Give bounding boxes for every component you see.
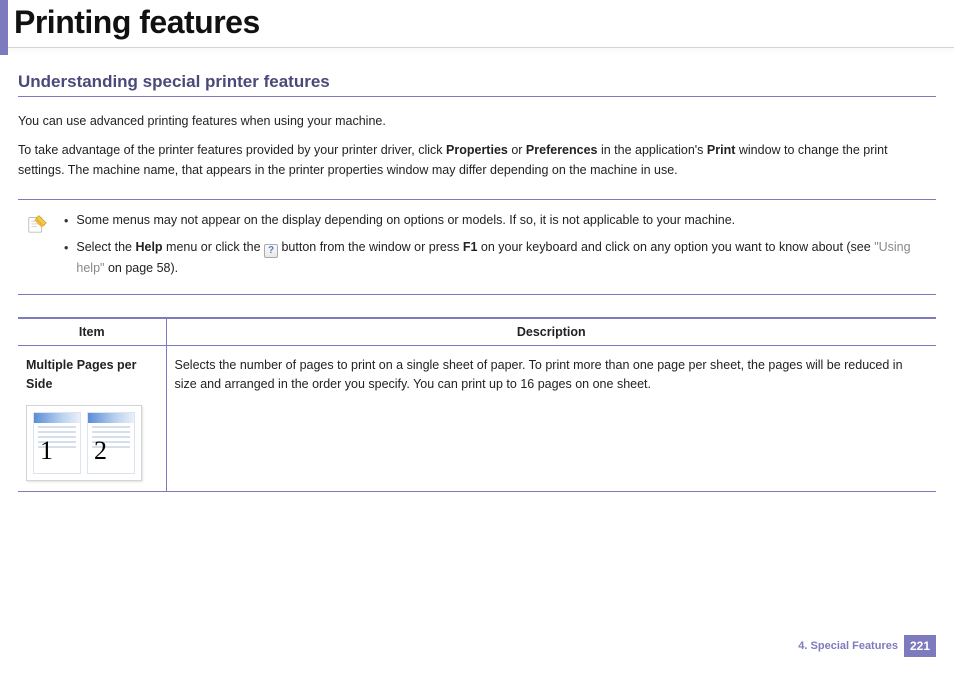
note-item-1: • Some menus may not appear on the displ… (64, 210, 928, 231)
table-row: Multiple Pages per Side 1 2 (18, 345, 936, 491)
features-table: Item Description Multiple Pages per Side… (18, 317, 936, 492)
bold-print: Print (707, 143, 735, 157)
text: or (508, 143, 526, 157)
bullet-icon: • (64, 237, 68, 278)
col-header-description: Description (166, 318, 936, 346)
text: in the application's (598, 143, 707, 157)
text: To take advantage of the printer feature… (18, 143, 446, 157)
multiple-pages-thumbnail: 1 2 (26, 405, 142, 481)
note-item-2: • Select the Help menu or click the ? bu… (64, 237, 928, 278)
text: on your keyboard and click on any option… (477, 240, 874, 254)
help-question-icon: ? (264, 244, 278, 258)
mini-page-2: 2 (87, 412, 135, 474)
text: Select the (76, 240, 135, 254)
bullet-icon: • (64, 210, 68, 231)
section-rule (18, 96, 936, 97)
bold-properties: Properties (446, 143, 508, 157)
item-label: Multiple Pages per Side (26, 356, 158, 395)
mini-page-1: 1 (33, 412, 81, 474)
text: menu or click the (163, 240, 264, 254)
thumb-number-2: 2 (94, 431, 107, 471)
intro-paragraph-1: You can use advanced printing features w… (18, 111, 936, 132)
accent-bar (0, 0, 8, 55)
item-description: Selects the number of pages to print on … (166, 345, 936, 491)
note-text: Some menus may not appear on the display… (76, 210, 928, 231)
page-title: Printing features (0, 0, 954, 47)
text: button from the window or press (278, 240, 463, 254)
text: on page 58). (104, 261, 178, 275)
note-text: Select the Help menu or click the ? butt… (76, 237, 928, 278)
bold-help: Help (135, 240, 162, 254)
thumb-number-1: 1 (40, 431, 53, 471)
page-footer: 4. Special Features 221 (798, 635, 936, 657)
note-box: • Some menus may not appear on the displ… (18, 199, 936, 295)
footer-chapter: 4. Special Features (798, 640, 898, 652)
col-header-item: Item (18, 318, 166, 346)
intro-paragraph-2: To take advantage of the printer feature… (18, 140, 936, 181)
section-heading: Understanding special printer features (18, 72, 936, 92)
footer-page-number: 221 (904, 635, 936, 657)
title-underline (0, 47, 954, 48)
bold-f1: F1 (463, 240, 478, 254)
bold-preferences: Preferences (526, 143, 598, 157)
note-pencil-icon (26, 212, 48, 234)
